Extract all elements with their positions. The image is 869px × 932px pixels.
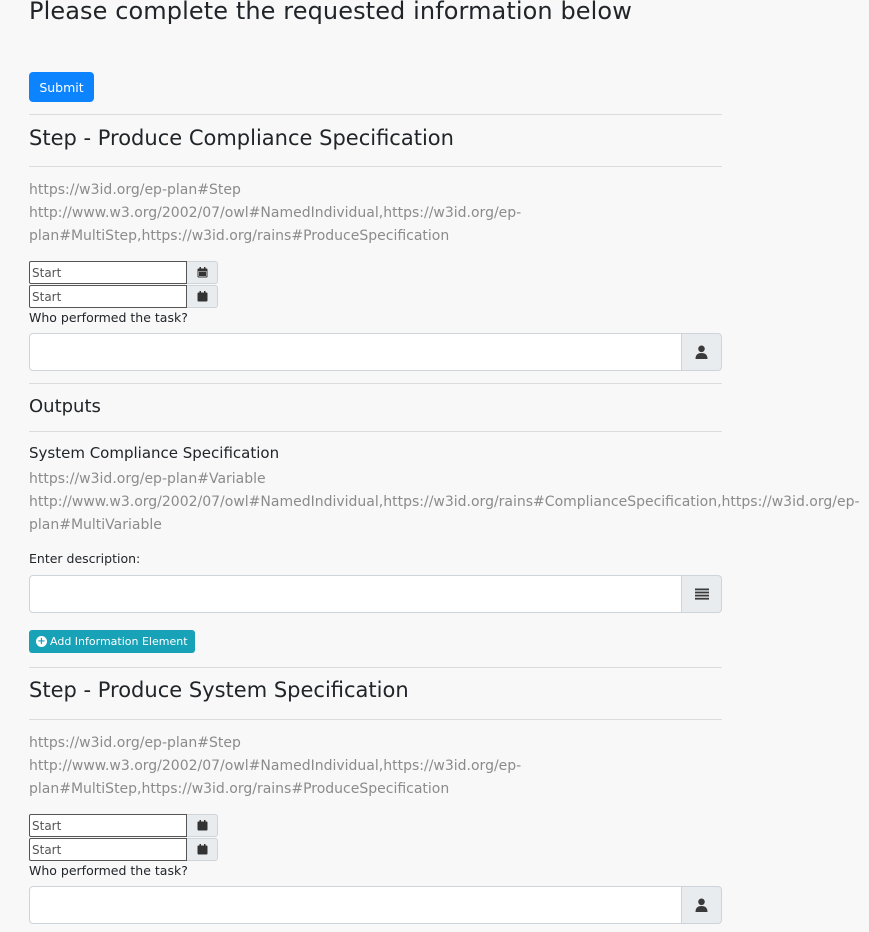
list-icon [694,588,709,600]
divider [29,383,722,384]
uri-line: plan#MultiStep,https://w3id.org/rains#Pr… [29,781,450,797]
start-date-input[interactable] [29,261,187,284]
uri-line: plan#MultiVariable [29,517,162,533]
plus-circle-icon: + [36,636,47,647]
description-label: Enter description: [29,551,141,566]
start-date-picker [29,838,218,861]
description-input-group [29,575,722,613]
start-date-input[interactable] [29,814,187,837]
output-uri-text: https://w3id.org/ep-plan#Variable http:/… [29,468,860,537]
output-title: System Compliance Specification [29,444,280,462]
uri-line: http://www.w3.org/2002/07/owl#NamedIndiv… [29,494,860,510]
calendar-icon [197,291,207,302]
user-icon [695,345,708,359]
calendar-button[interactable] [187,814,218,837]
performer-label: Who performed the task? [29,863,188,878]
start-date-picker [29,261,218,284]
calendar-button[interactable] [187,285,218,308]
start-date-picker [29,285,218,308]
uri-line: https://w3id.org/ep-plan#Step [29,182,241,198]
divider [29,114,722,115]
divider [29,431,722,432]
step-uri-text: https://w3id.org/ep-plan#Step http://www… [29,179,841,248]
submit-button[interactable]: Submit [29,72,94,102]
start-date-input[interactable] [29,838,187,861]
performer-input-group [29,333,722,371]
uri-line: https://w3id.org/ep-plan#Variable [29,471,266,487]
step-uri-text: https://w3id.org/ep-plan#Step http://www… [29,732,841,801]
start-date-input[interactable] [29,285,187,308]
divider [29,166,722,167]
step-title: Step - Produce Compliance Specification [29,126,454,150]
performer-label: Who performed the task? [29,310,188,325]
user-button[interactable] [682,333,722,371]
user-button[interactable] [682,886,722,924]
uri-line: http://www.w3.org/2002/07/owl#NamedIndiv… [29,205,522,221]
uri-line: http://www.w3.org/2002/07/owl#NamedIndiv… [29,758,522,774]
performer-input-group [29,886,722,924]
performer-input[interactable] [29,886,682,924]
divider [29,667,722,668]
add-information-element-label: Add Information Element [50,635,188,648]
outputs-heading: Outputs [29,396,101,417]
divider [29,719,722,720]
step-title: Step - Produce System Specification [29,678,409,702]
page-title: Please complete the requested informatio… [29,0,632,25]
description-input[interactable] [29,575,682,613]
list-button[interactable] [682,575,722,613]
calendar-button[interactable] [187,838,218,861]
start-date-picker [29,814,218,837]
performer-input[interactable] [29,333,682,371]
user-icon [695,898,708,912]
uri-line: https://w3id.org/ep-plan#Step [29,735,241,751]
calendar-icon [197,820,207,831]
calendar-icon [197,844,207,855]
calendar-icon [197,267,207,278]
calendar-button[interactable] [187,261,218,284]
uri-line: plan#MultiStep,https://w3id.org/rains#Pr… [29,228,450,244]
add-information-element-button[interactable]: + Add Information Element [29,630,195,653]
